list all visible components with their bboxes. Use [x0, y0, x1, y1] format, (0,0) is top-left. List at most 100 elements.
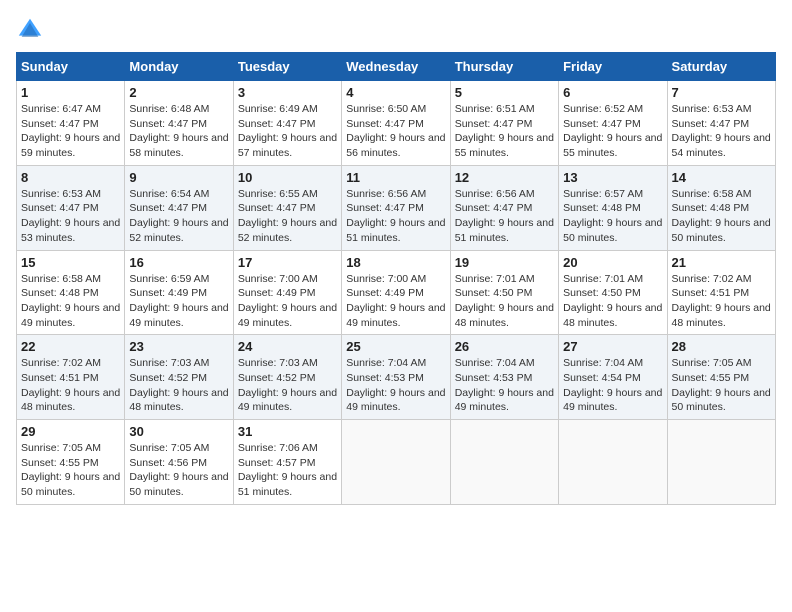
- day-number: 10: [238, 170, 337, 185]
- day-info: Sunrise: 6:48 AMSunset: 4:47 PMDaylight:…: [129, 103, 228, 159]
- day-info: Sunrise: 7:05 AMSunset: 4:55 PMDaylight:…: [672, 357, 771, 413]
- calendar-cell: 22 Sunrise: 7:02 AMSunset: 4:51 PMDaylig…: [17, 335, 125, 420]
- calendar-cell: 6 Sunrise: 6:52 AMSunset: 4:47 PMDayligh…: [559, 81, 667, 166]
- calendar-header-wednesday: Wednesday: [342, 53, 450, 81]
- day-info: Sunrise: 6:53 AMSunset: 4:47 PMDaylight:…: [672, 103, 771, 159]
- day-number: 12: [455, 170, 554, 185]
- day-number: 24: [238, 339, 337, 354]
- calendar-cell: 10 Sunrise: 6:55 AMSunset: 4:47 PMDaylig…: [233, 165, 341, 250]
- day-number: 17: [238, 255, 337, 270]
- day-info: Sunrise: 6:57 AMSunset: 4:48 PMDaylight:…: [563, 188, 662, 244]
- day-number: 29: [21, 424, 120, 439]
- calendar-cell: 31 Sunrise: 7:06 AMSunset: 4:57 PMDaylig…: [233, 420, 341, 505]
- calendar-cell: [559, 420, 667, 505]
- day-number: 13: [563, 170, 662, 185]
- calendar-week-row: 8 Sunrise: 6:53 AMSunset: 4:47 PMDayligh…: [17, 165, 776, 250]
- calendar-week-row: 29 Sunrise: 7:05 AMSunset: 4:55 PMDaylig…: [17, 420, 776, 505]
- calendar-cell: 8 Sunrise: 6:53 AMSunset: 4:47 PMDayligh…: [17, 165, 125, 250]
- day-info: Sunrise: 7:03 AMSunset: 4:52 PMDaylight:…: [238, 357, 337, 413]
- day-number: 18: [346, 255, 445, 270]
- calendar-header-tuesday: Tuesday: [233, 53, 341, 81]
- calendar-cell: 24 Sunrise: 7:03 AMSunset: 4:52 PMDaylig…: [233, 335, 341, 420]
- calendar-cell: [450, 420, 558, 505]
- calendar-cell: 17 Sunrise: 7:00 AMSunset: 4:49 PMDaylig…: [233, 250, 341, 335]
- calendar-cell: 5 Sunrise: 6:51 AMSunset: 4:47 PMDayligh…: [450, 81, 558, 166]
- day-number: 9: [129, 170, 228, 185]
- day-info: Sunrise: 7:04 AMSunset: 4:53 PMDaylight:…: [455, 357, 554, 413]
- day-info: Sunrise: 7:02 AMSunset: 4:51 PMDaylight:…: [672, 273, 771, 329]
- calendar-week-row: 1 Sunrise: 6:47 AMSunset: 4:47 PMDayligh…: [17, 81, 776, 166]
- calendar-cell: 9 Sunrise: 6:54 AMSunset: 4:47 PMDayligh…: [125, 165, 233, 250]
- day-number: 6: [563, 85, 662, 100]
- page-header: [16, 16, 776, 44]
- calendar-cell: 2 Sunrise: 6:48 AMSunset: 4:47 PMDayligh…: [125, 81, 233, 166]
- day-info: Sunrise: 6:49 AMSunset: 4:47 PMDaylight:…: [238, 103, 337, 159]
- calendar-cell: 20 Sunrise: 7:01 AMSunset: 4:50 PMDaylig…: [559, 250, 667, 335]
- day-number: 14: [672, 170, 771, 185]
- day-info: Sunrise: 7:02 AMSunset: 4:51 PMDaylight:…: [21, 357, 120, 413]
- calendar-cell: 1 Sunrise: 6:47 AMSunset: 4:47 PMDayligh…: [17, 81, 125, 166]
- day-info: Sunrise: 6:56 AMSunset: 4:47 PMDaylight:…: [455, 188, 554, 244]
- calendar-cell: 16 Sunrise: 6:59 AMSunset: 4:49 PMDaylig…: [125, 250, 233, 335]
- day-info: Sunrise: 7:00 AMSunset: 4:49 PMDaylight:…: [238, 273, 337, 329]
- calendar-cell: 11 Sunrise: 6:56 AMSunset: 4:47 PMDaylig…: [342, 165, 450, 250]
- day-info: Sunrise: 6:50 AMSunset: 4:47 PMDaylight:…: [346, 103, 445, 159]
- day-info: Sunrise: 7:03 AMSunset: 4:52 PMDaylight:…: [129, 357, 228, 413]
- day-number: 27: [563, 339, 662, 354]
- calendar-header-friday: Friday: [559, 53, 667, 81]
- day-info: Sunrise: 6:52 AMSunset: 4:47 PMDaylight:…: [563, 103, 662, 159]
- calendar-cell: 27 Sunrise: 7:04 AMSunset: 4:54 PMDaylig…: [559, 335, 667, 420]
- day-info: Sunrise: 6:59 AMSunset: 4:49 PMDaylight:…: [129, 273, 228, 329]
- calendar-header-row: SundayMondayTuesdayWednesdayThursdayFrid…: [17, 53, 776, 81]
- calendar-cell: 3 Sunrise: 6:49 AMSunset: 4:47 PMDayligh…: [233, 81, 341, 166]
- calendar-cell: [667, 420, 775, 505]
- day-number: 5: [455, 85, 554, 100]
- calendar-cell: 28 Sunrise: 7:05 AMSunset: 4:55 PMDaylig…: [667, 335, 775, 420]
- calendar-cell: 29 Sunrise: 7:05 AMSunset: 4:55 PMDaylig…: [17, 420, 125, 505]
- day-number: 2: [129, 85, 228, 100]
- day-info: Sunrise: 6:58 AMSunset: 4:48 PMDaylight:…: [672, 188, 771, 244]
- calendar-week-row: 15 Sunrise: 6:58 AMSunset: 4:48 PMDaylig…: [17, 250, 776, 335]
- calendar-cell: 15 Sunrise: 6:58 AMSunset: 4:48 PMDaylig…: [17, 250, 125, 335]
- day-number: 22: [21, 339, 120, 354]
- day-number: 7: [672, 85, 771, 100]
- day-number: 4: [346, 85, 445, 100]
- day-info: Sunrise: 6:54 AMSunset: 4:47 PMDaylight:…: [129, 188, 228, 244]
- calendar-cell: 13 Sunrise: 6:57 AMSunset: 4:48 PMDaylig…: [559, 165, 667, 250]
- calendar-cell: [342, 420, 450, 505]
- calendar-cell: 19 Sunrise: 7:01 AMSunset: 4:50 PMDaylig…: [450, 250, 558, 335]
- day-number: 19: [455, 255, 554, 270]
- day-number: 15: [21, 255, 120, 270]
- day-number: 30: [129, 424, 228, 439]
- calendar-header-monday: Monday: [125, 53, 233, 81]
- calendar-cell: 4 Sunrise: 6:50 AMSunset: 4:47 PMDayligh…: [342, 81, 450, 166]
- calendar-cell: 21 Sunrise: 7:02 AMSunset: 4:51 PMDaylig…: [667, 250, 775, 335]
- calendar-cell: 26 Sunrise: 7:04 AMSunset: 4:53 PMDaylig…: [450, 335, 558, 420]
- calendar-cell: 18 Sunrise: 7:00 AMSunset: 4:49 PMDaylig…: [342, 250, 450, 335]
- day-info: Sunrise: 6:51 AMSunset: 4:47 PMDaylight:…: [455, 103, 554, 159]
- day-number: 8: [21, 170, 120, 185]
- day-info: Sunrise: 7:05 AMSunset: 4:56 PMDaylight:…: [129, 442, 228, 498]
- day-number: 25: [346, 339, 445, 354]
- calendar-header-saturday: Saturday: [667, 53, 775, 81]
- calendar-table: SundayMondayTuesdayWednesdayThursdayFrid…: [16, 52, 776, 505]
- day-number: 11: [346, 170, 445, 185]
- day-info: Sunrise: 6:56 AMSunset: 4:47 PMDaylight:…: [346, 188, 445, 244]
- day-number: 31: [238, 424, 337, 439]
- day-info: Sunrise: 7:01 AMSunset: 4:50 PMDaylight:…: [563, 273, 662, 329]
- day-info: Sunrise: 7:04 AMSunset: 4:54 PMDaylight:…: [563, 357, 662, 413]
- calendar-header-thursday: Thursday: [450, 53, 558, 81]
- logo-icon: [16, 16, 44, 44]
- calendar-cell: 14 Sunrise: 6:58 AMSunset: 4:48 PMDaylig…: [667, 165, 775, 250]
- calendar-cell: 23 Sunrise: 7:03 AMSunset: 4:52 PMDaylig…: [125, 335, 233, 420]
- calendar-cell: 12 Sunrise: 6:56 AMSunset: 4:47 PMDaylig…: [450, 165, 558, 250]
- calendar-cell: 7 Sunrise: 6:53 AMSunset: 4:47 PMDayligh…: [667, 81, 775, 166]
- day-info: Sunrise: 7:05 AMSunset: 4:55 PMDaylight:…: [21, 442, 120, 498]
- day-number: 28: [672, 339, 771, 354]
- logo: [16, 16, 46, 44]
- day-info: Sunrise: 6:58 AMSunset: 4:48 PMDaylight:…: [21, 273, 120, 329]
- day-number: 3: [238, 85, 337, 100]
- day-info: Sunrise: 6:53 AMSunset: 4:47 PMDaylight:…: [21, 188, 120, 244]
- day-info: Sunrise: 7:04 AMSunset: 4:53 PMDaylight:…: [346, 357, 445, 413]
- day-number: 16: [129, 255, 228, 270]
